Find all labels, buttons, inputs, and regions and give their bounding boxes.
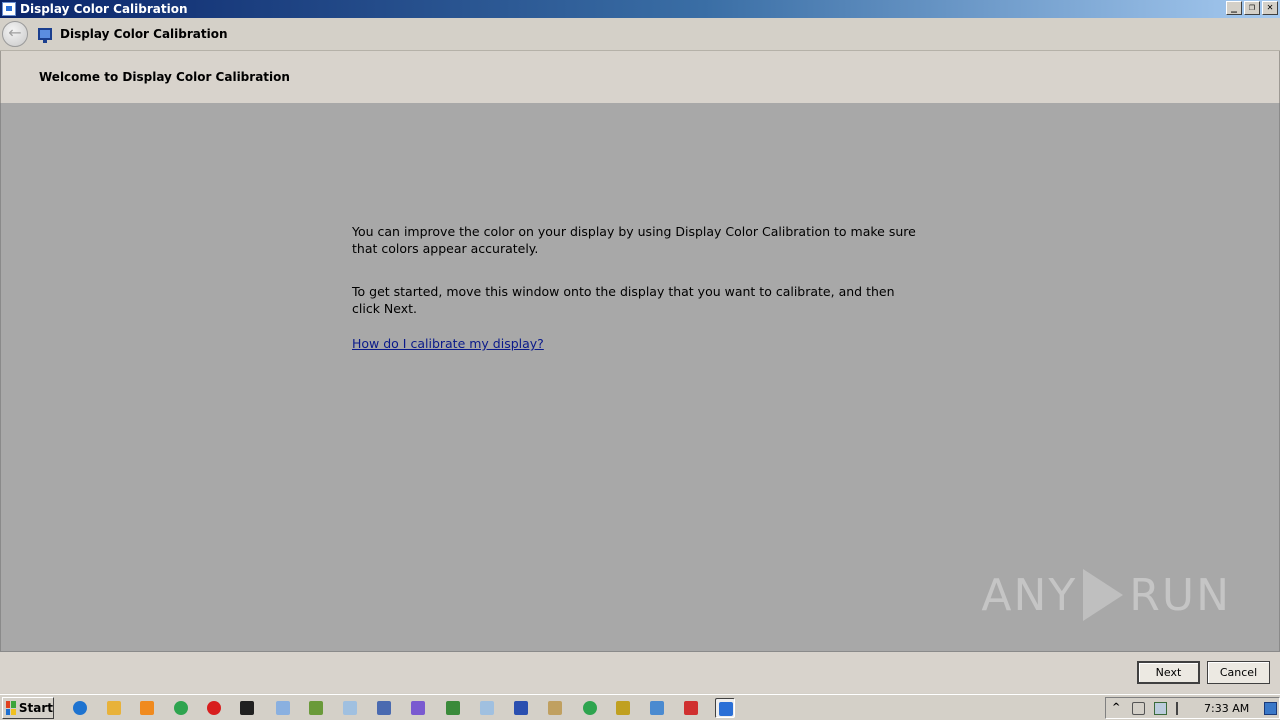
- ie-icon[interactable]: [70, 698, 90, 718]
- cancel-button[interactable]: Cancel: [1207, 661, 1270, 684]
- restore-button[interactable]: ❐: [1244, 1, 1260, 15]
- back-button[interactable]: ←: [2, 21, 28, 47]
- wizard-header: Welcome to Display Color Calibration: [0, 51, 1280, 103]
- windows-logo-icon: [6, 701, 16, 715]
- help-icon[interactable]: [374, 698, 394, 718]
- search-icon[interactable]: [613, 698, 633, 718]
- start-button[interactable]: Start: [2, 697, 54, 719]
- action-center-flag-icon[interactable]: [1176, 702, 1189, 715]
- nav-title: Display Color Calibration: [60, 27, 228, 41]
- display-icon: [38, 28, 52, 43]
- next-button[interactable]: Next: [1137, 661, 1200, 684]
- start-label: Start: [18, 701, 53, 715]
- app-icon: [2, 2, 16, 16]
- window-title: Display Color Calibration: [20, 2, 188, 16]
- anyrun-watermark: ANY RUN: [981, 569, 1231, 621]
- watermark-left: ANY: [981, 569, 1078, 621]
- media-player-icon[interactable]: [137, 698, 157, 718]
- wizard-content: You can improve the color on your displa…: [0, 103, 1280, 651]
- display-icon[interactable]: [511, 698, 531, 718]
- calibration-icon[interactable]: [715, 698, 735, 718]
- chrome-icon[interactable]: [171, 698, 191, 718]
- window-controls: _ ❐ ✕: [1226, 1, 1278, 15]
- app-icon[interactable]: [306, 698, 326, 718]
- show-hidden-icon[interactable]: ^: [1112, 702, 1125, 715]
- page-title: Welcome to Display Color Calibration: [39, 70, 290, 84]
- minimize-button[interactable]: _: [1226, 1, 1242, 15]
- printer-icon[interactable]: [545, 698, 565, 718]
- window-titlebar[interactable]: Display Color Calibration _ ❐ ✕: [0, 0, 1280, 18]
- cmd-icon[interactable]: [237, 698, 257, 718]
- taskbar: Start ^ 7:33 AM: [0, 694, 1280, 720]
- opera-icon[interactable]: [204, 698, 224, 718]
- wizard-footer: Next Cancel: [0, 651, 1280, 693]
- intro-paragraph-1: You can improve the color on your displa…: [352, 224, 916, 256]
- window-icon[interactable]: [477, 698, 497, 718]
- intro-text: You can improve the color on your displa…: [352, 223, 922, 352]
- close-button[interactable]: ✕: [1262, 1, 1278, 15]
- intro-paragraph-2: To get started, move this window onto th…: [352, 284, 895, 316]
- remote-icon[interactable]: [647, 698, 667, 718]
- play-icon: [1083, 569, 1124, 621]
- network-icon[interactable]: [1154, 702, 1167, 715]
- folder-icon[interactable]: [104, 698, 124, 718]
- font-icon[interactable]: [681, 698, 701, 718]
- system-tray: ^ 7:33 AM: [1105, 697, 1280, 719]
- chrome-icon[interactable]: [580, 698, 600, 718]
- notepad-icon[interactable]: [273, 698, 293, 718]
- clock[interactable]: 7:33 AM: [1204, 702, 1249, 715]
- network-icon[interactable]: [443, 698, 463, 718]
- watermark-right: RUN: [1129, 569, 1231, 621]
- volume-icon[interactable]: [1132, 702, 1145, 715]
- show-desktop-icon[interactable]: [1264, 702, 1277, 715]
- window-icon[interactable]: [340, 698, 360, 718]
- navigation-bar: ← Display Color Calibration: [0, 18, 1280, 51]
- help-link[interactable]: How do I calibrate my display?: [352, 336, 544, 351]
- paint-icon[interactable]: [408, 698, 428, 718]
